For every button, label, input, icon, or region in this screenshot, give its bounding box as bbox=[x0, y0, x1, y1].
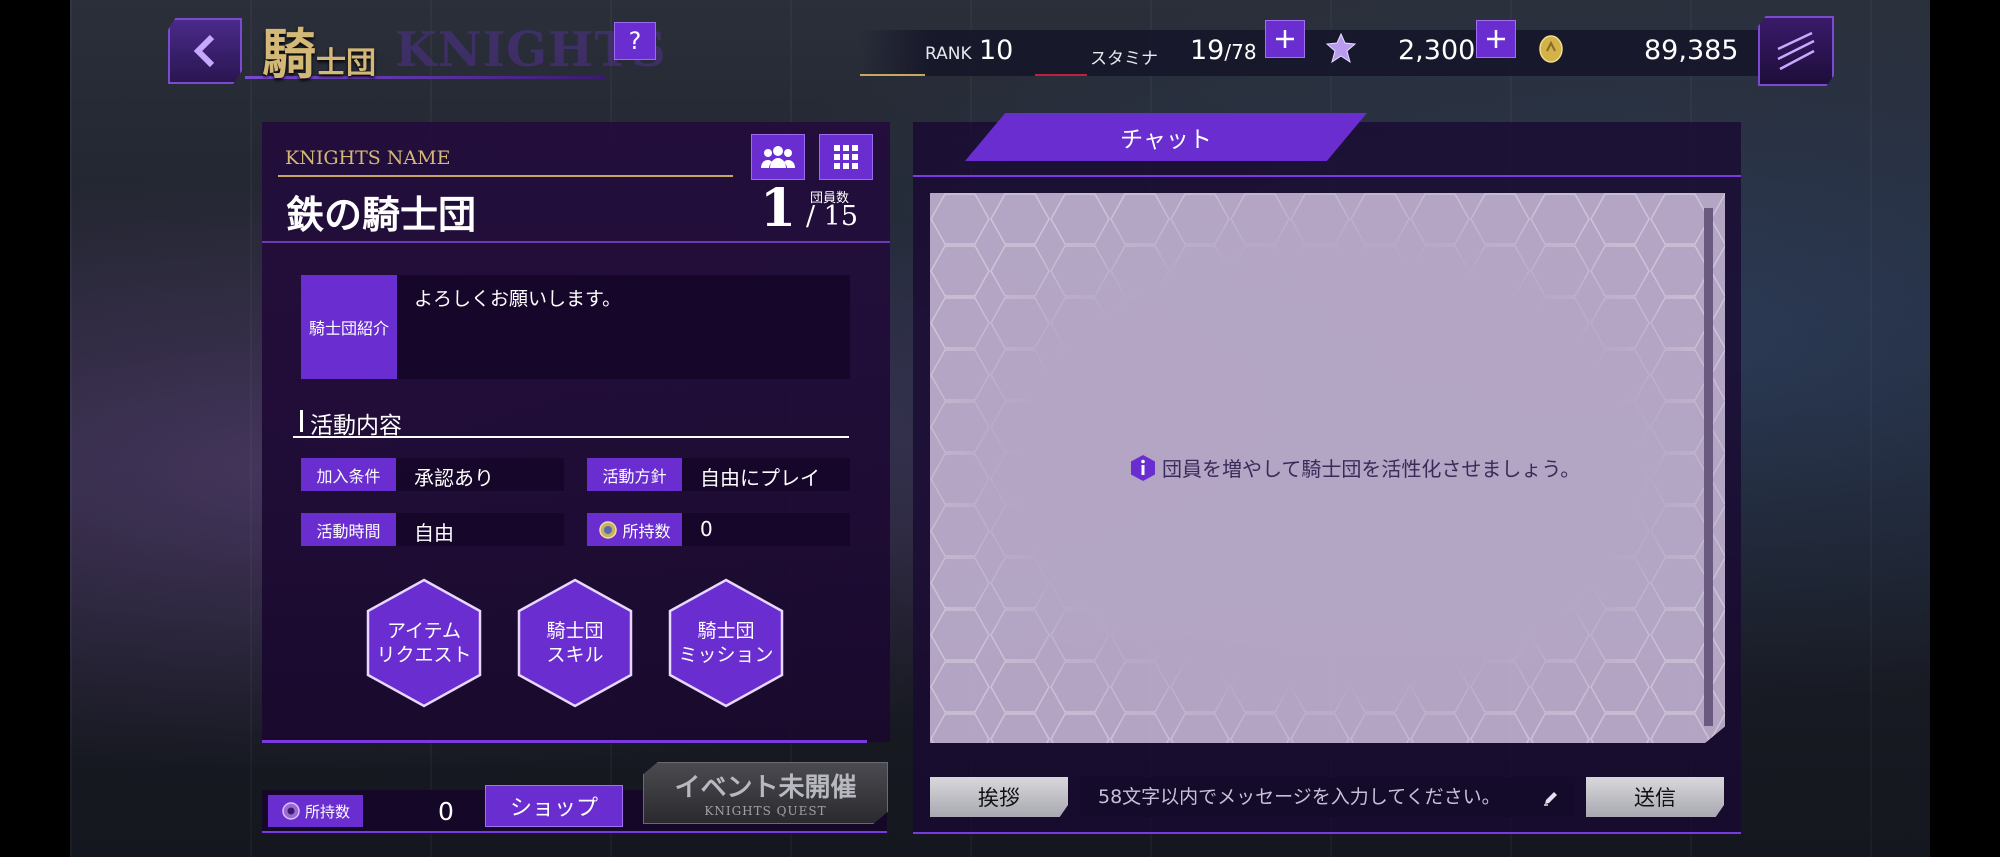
owned-value: 0 bbox=[700, 517, 713, 541]
send-button[interactable]: 送信 bbox=[1586, 777, 1724, 817]
item-request-button[interactable]: アイテム リクエスト bbox=[364, 577, 484, 709]
gem-count: 2,300 bbox=[1398, 35, 1476, 66]
chat-scrollbar[interactable] bbox=[1704, 208, 1713, 726]
currency-owned-tag: 所持数 bbox=[268, 795, 363, 827]
rank-value: 10 bbox=[979, 35, 1014, 66]
members-icon bbox=[761, 146, 795, 168]
help-button[interactable]: ? bbox=[614, 22, 656, 60]
intro-text: よろしくお願いします。 bbox=[414, 288, 622, 310]
policy-value: 自由にプレイ bbox=[700, 466, 820, 490]
join-condition-tag: 加入条件 bbox=[301, 458, 396, 491]
greeting-button[interactable]: 挨拶 bbox=[930, 777, 1068, 817]
knights-name-underline bbox=[278, 175, 733, 177]
knights-skill-label: 騎士団 スキル bbox=[546, 620, 604, 666]
letterbox-left bbox=[0, 0, 70, 857]
pencil-icon bbox=[1544, 792, 1557, 806]
add-gem-button[interactable] bbox=[1476, 20, 1516, 58]
knights-name: 鉄の騎士団 bbox=[286, 192, 477, 237]
activity-time-tag: 活動時間 bbox=[301, 513, 396, 546]
activity-title-marker bbox=[300, 410, 303, 432]
panel-bottom-line bbox=[262, 740, 867, 743]
knights-skill-button[interactable]: 騎士団 スキル bbox=[515, 577, 635, 709]
stamina-label: スタミナ bbox=[1090, 49, 1158, 69]
stamina-value: 19/78 bbox=[1190, 35, 1257, 66]
grid-menu-button[interactable] bbox=[819, 134, 873, 180]
gem-icon bbox=[1325, 32, 1357, 64]
plus-icon bbox=[1276, 30, 1294, 48]
item-request-label: アイテム リクエスト bbox=[376, 620, 472, 666]
event-status-badge: イベント未開催 KNIGHTS QUEST bbox=[643, 762, 888, 824]
medal-icon bbox=[599, 520, 618, 539]
members-button[interactable] bbox=[751, 134, 805, 180]
owned-tag: 所持数 bbox=[587, 513, 682, 546]
chat-top-line bbox=[913, 175, 1741, 177]
add-stamina-button[interactable] bbox=[1265, 20, 1305, 58]
event-title: イベント未開催 bbox=[674, 773, 857, 803]
name-divider bbox=[262, 241, 890, 243]
activity-title: 活動内容 bbox=[310, 413, 402, 439]
policy-tag: 活動方針 bbox=[587, 458, 682, 491]
tab-chat[interactable]: チャット bbox=[965, 113, 1367, 161]
shop-button[interactable]: ショップ bbox=[485, 785, 623, 827]
chat-info-message: 団員を増やして騎士団を活性化させましょう。 bbox=[1130, 453, 1580, 482]
page-title: 騎士団 bbox=[262, 22, 376, 86]
intro-tag: 騎士団紹介 bbox=[301, 275, 397, 379]
join-condition-value: 承認あり bbox=[414, 466, 494, 490]
stamina-underline bbox=[1035, 74, 1087, 76]
currency-owned-value: 0 bbox=[438, 797, 454, 826]
knights-mission-label: 騎士団 ミッション bbox=[678, 620, 774, 666]
knights-name-label: KNIGHTS NAME bbox=[285, 147, 451, 169]
letterbox-right bbox=[1930, 0, 2000, 857]
plus-icon bbox=[1487, 30, 1505, 48]
chat-bottom-line bbox=[913, 832, 1741, 834]
activity-time-value: 自由 bbox=[414, 521, 454, 545]
coin-count: 89,385 bbox=[1644, 35, 1739, 66]
token-icon bbox=[282, 802, 300, 820]
rank-underline bbox=[860, 74, 925, 76]
back-button[interactable] bbox=[168, 18, 242, 84]
chevron-left-icon bbox=[193, 34, 215, 68]
menu-lines-icon bbox=[1777, 31, 1815, 71]
coin-icon bbox=[1539, 35, 1563, 63]
message-input[interactable] bbox=[1080, 777, 1575, 817]
member-count: 1 bbox=[760, 178, 797, 239]
info-icon bbox=[1131, 454, 1155, 481]
member-max: / 15 bbox=[806, 201, 859, 232]
menu-button[interactable] bbox=[1758, 16, 1834, 86]
knights-mission-button[interactable]: 騎士団 ミッション bbox=[666, 577, 786, 709]
shop-bar-line bbox=[262, 831, 887, 833]
grid-icon bbox=[834, 145, 858, 169]
event-subtitle: KNIGHTS QUEST bbox=[704, 804, 827, 818]
rank-label: RANK bbox=[925, 44, 972, 64]
activity-underline bbox=[293, 436, 849, 438]
